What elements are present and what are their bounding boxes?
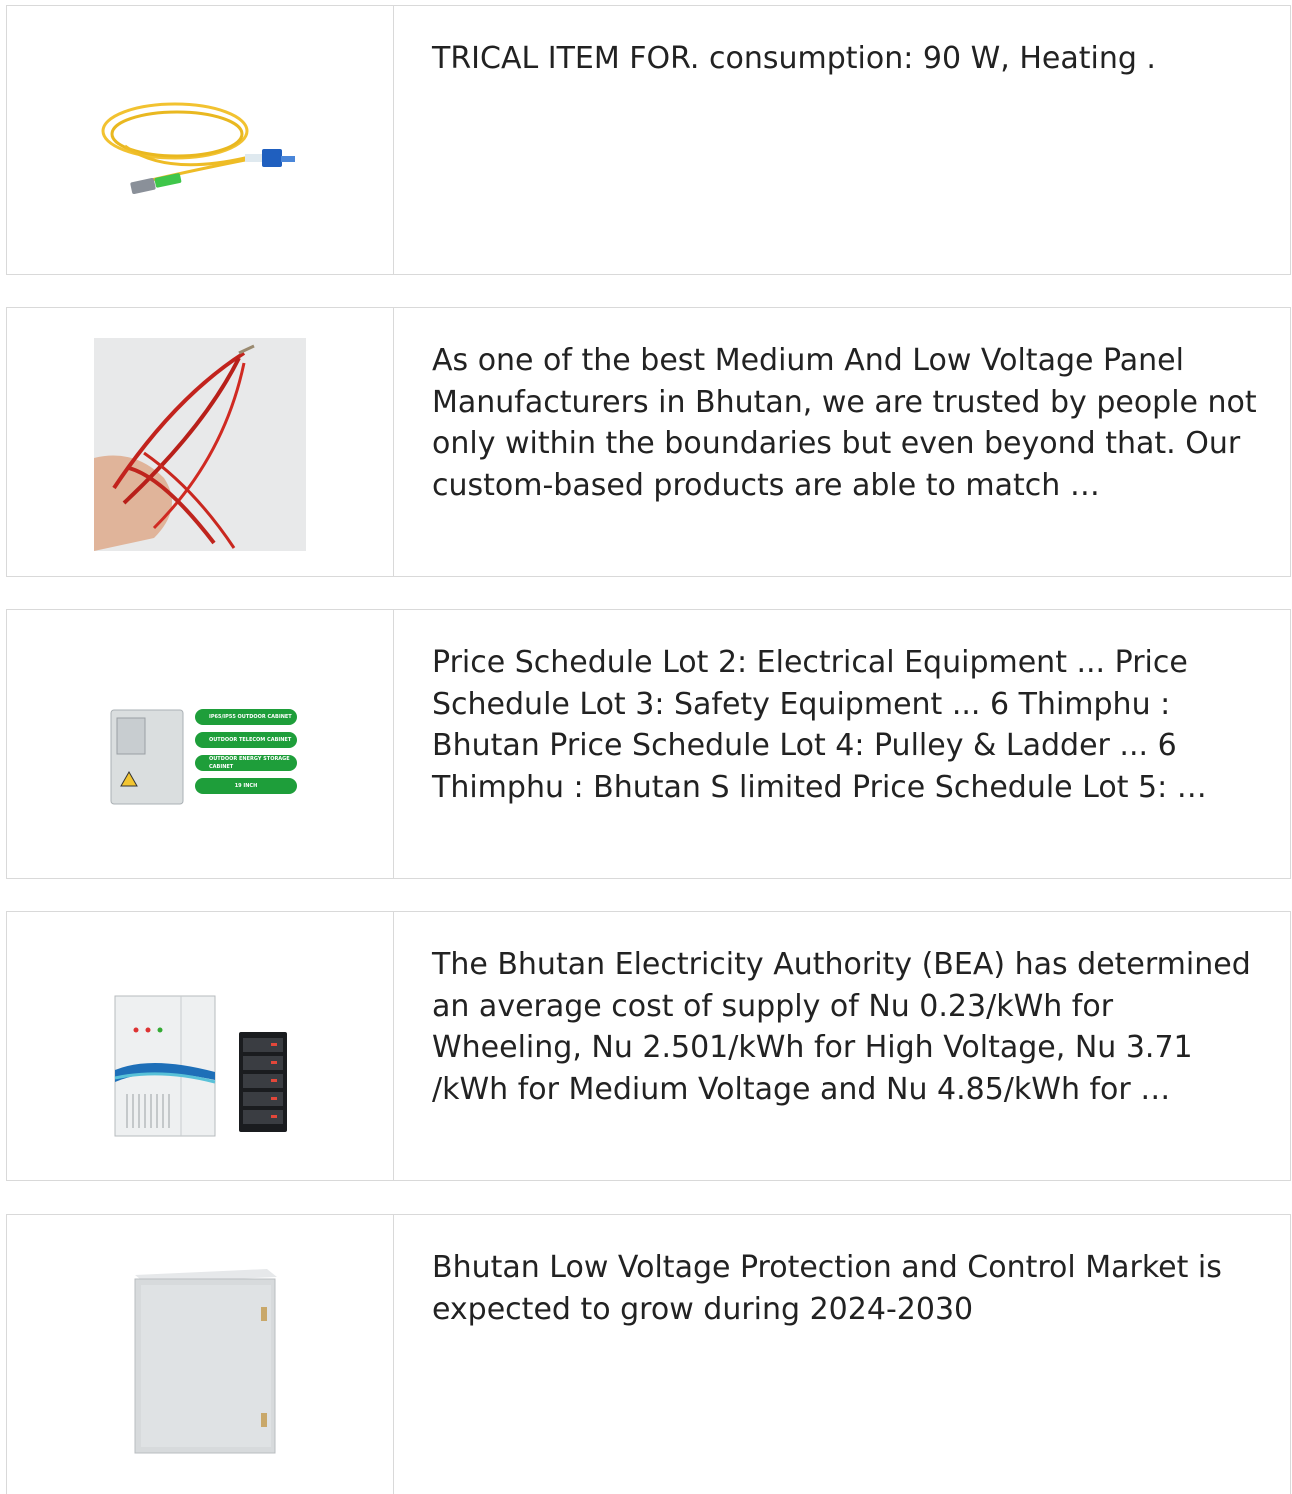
result-card[interactable]: The Bhutan Electricity Authority (BEA) h… xyxy=(6,911,1291,1181)
result-card[interactable]: Bhutan Low Voltage Protection and Contro… xyxy=(6,1214,1291,1494)
steel-enclosure-image xyxy=(134,1269,277,1454)
item-description: Bhutan Low Voltage Protection and Contro… xyxy=(432,1250,1222,1327)
product-thumbnail[interactable] xyxy=(7,1215,394,1494)
red-heating-cable-image xyxy=(94,338,306,551)
item-description: TRICAL ITEM FOR. consumption: 90 W, Heat… xyxy=(432,41,1156,76)
result-card[interactable]: IP65/IP55 OUTDOOR CABINET OUTDOOR TELECO… xyxy=(6,609,1291,879)
product-thumbnail[interactable] xyxy=(7,912,394,1180)
item-description: The Bhutan Electricity Authority (BEA) h… xyxy=(432,947,1251,1107)
item-description: Price Schedule Lot 2: Electrical Equipme… xyxy=(432,645,1207,805)
cabinet-label: IP65/IP55 OUTDOOR CABINET xyxy=(195,709,297,725)
cabinet-label-list: IP65/IP55 OUTDOOR CABINET OUTDOOR TELECO… xyxy=(195,709,297,794)
cabinet-label: 19 INCH xyxy=(195,778,297,794)
energy-storage-cabinet-image xyxy=(114,995,287,1137)
product-thumbnail[interactable] xyxy=(7,6,394,274)
result-card[interactable]: TRICAL ITEM FOR. consumption: 90 W, Heat… xyxy=(6,5,1291,275)
result-card[interactable]: As one of the best Medium And Low Voltag… xyxy=(6,307,1291,577)
cabinet-label: OUTDOOR TELECOM CABINET xyxy=(195,732,297,748)
item-description: As one of the best Medium And Low Voltag… xyxy=(432,343,1257,503)
fiber-patch-cord-image xyxy=(101,102,296,194)
cabinet-label: OUTDOOR ENERGY STORAGE CABINET xyxy=(195,755,297,771)
product-thumbnail[interactable] xyxy=(7,308,394,576)
product-thumbnail[interactable]: IP65/IP55 OUTDOOR CABINET OUTDOOR TELECO… xyxy=(7,610,394,878)
